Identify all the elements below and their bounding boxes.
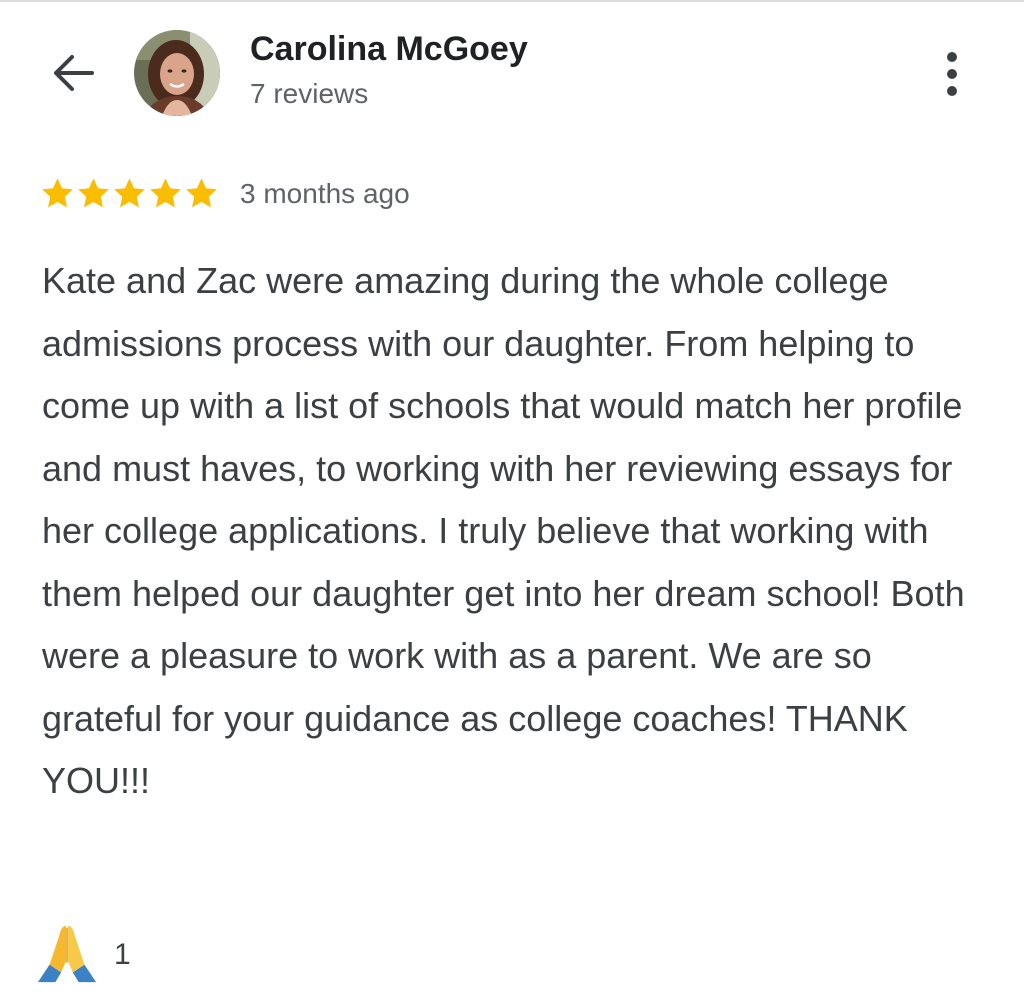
star-rating	[40, 176, 219, 211]
more-vert-icon	[947, 52, 957, 96]
avatar[interactable]	[134, 30, 220, 116]
star-icon	[186, 178, 217, 208]
top-divider	[0, 0, 1024, 2]
back-button[interactable]	[44, 44, 102, 102]
star-icon	[42, 178, 73, 208]
arrow-left-icon	[54, 55, 94, 91]
folded-hands-emoji-icon	[37, 925, 97, 983]
review-text: Kate and Zac were amazing during the who…	[42, 260, 965, 801]
star-icon	[78, 178, 109, 208]
profile-photo	[134, 30, 220, 116]
reaction-button[interactable]: 1	[36, 922, 131, 984]
review-time: 3 months ago	[240, 178, 410, 209]
more-options-button[interactable]	[926, 44, 978, 104]
star-icon	[150, 178, 181, 208]
reviewer-name[interactable]: Carolina McGoey	[250, 30, 528, 69]
reaction-count: 1	[114, 938, 131, 971]
review-count: 7 reviews	[250, 78, 369, 109]
star-icon	[114, 178, 145, 208]
